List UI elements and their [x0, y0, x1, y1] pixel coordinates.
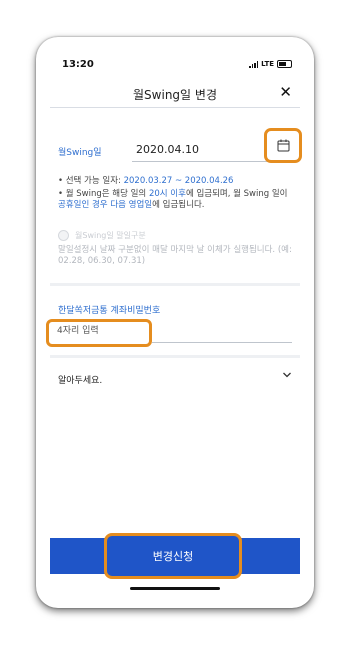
home-indicator — [130, 587, 220, 590]
password-label: 한달쏙저금통 계좌비밀번호 — [58, 306, 161, 316]
status-time: 13:20 — [62, 59, 94, 70]
end-option-label: 월Swing일 말일구분 — [75, 231, 146, 240]
password-input[interactable] — [55, 325, 151, 337]
note-highlight-1: 20시 이후 — [148, 189, 186, 199]
signal-icon — [249, 61, 259, 68]
deposit-note: • 월 Swing은 해당 일의 20시 이후에 입금되며, 월 Swing 일… — [58, 189, 288, 210]
swing-date-label: 월Swing일 — [58, 148, 102, 158]
end-option-description: 말일설정시 날짜 구분없이 매달 마지막 날 이체가 실행됩니다. (예: 02… — [58, 245, 292, 266]
password-underline — [152, 342, 292, 343]
page-title: 월Swing일 변경 — [133, 88, 217, 102]
end-of-month-option[interactable]: 월Swing일 말일구분 — [58, 230, 146, 241]
date-range-info: • 선택 가능 일자: 2020.03.27 ~ 2020.04.26 — [58, 176, 234, 186]
range-prefix: 선택 가능 일자: — [65, 176, 124, 186]
swing-date-value[interactable]: 2020.04.10 — [136, 143, 199, 156]
radio-button[interactable] — [58, 230, 69, 241]
section-divider — [50, 283, 300, 286]
header-divider — [50, 107, 300, 108]
range-value: 2020.03.27 ~ 2020.04.26 — [123, 176, 234, 186]
status-indicators: LTE — [249, 60, 292, 68]
note-text-3: 에 입금됩니다. — [152, 200, 205, 210]
date-underline — [132, 161, 274, 162]
calendar-icon — [277, 139, 289, 152]
submit-change-button[interactable]: 변경신청 — [104, 533, 242, 579]
calendar-button[interactable] — [264, 128, 302, 163]
note-highlight-2: 공휴일인 경우 다음 영업일 — [58, 200, 153, 210]
network-label: LTE — [261, 60, 274, 68]
password-field-highlight — [46, 319, 152, 347]
battery-icon — [277, 60, 292, 68]
chevron-down-icon[interactable] — [282, 370, 292, 383]
close-icon[interactable]: ✕ — [279, 83, 292, 101]
notice-toggle[interactable]: 알아두세요. — [58, 373, 102, 386]
phone-frame: 13:20 LTE 월Swing일 변경 ✕ 월Swing일 2020.04.1… — [36, 37, 314, 608]
note-text-1: 월 Swing은 해당 일의 — [65, 189, 149, 199]
section-divider — [50, 355, 300, 358]
note-text-2: 에 입금되며, 월 Swing 일이 — [185, 189, 288, 199]
